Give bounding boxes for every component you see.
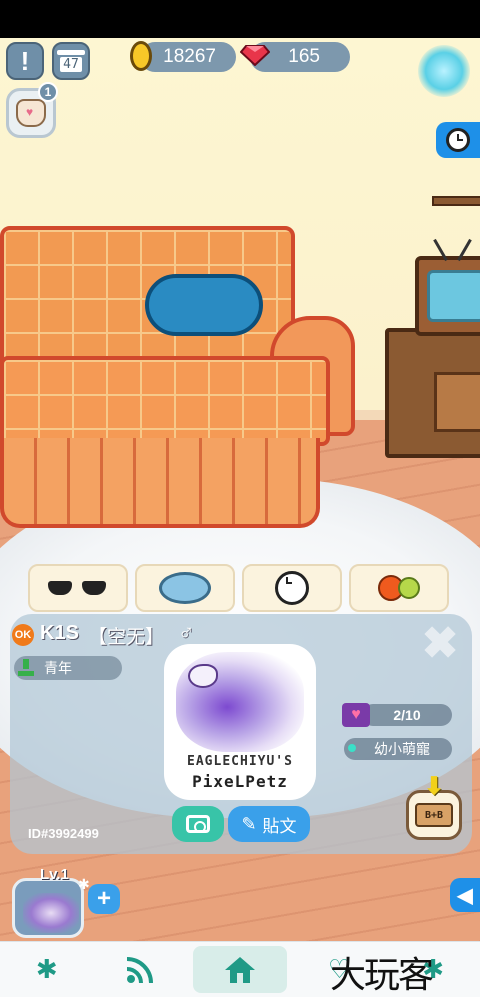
tv-antenna xyxy=(457,238,472,262)
rss-icon xyxy=(127,956,154,983)
apple-icon xyxy=(398,577,420,599)
clock-icon xyxy=(275,571,309,605)
paw-icon: ✱ xyxy=(35,954,58,984)
blue-cushion[interactable] xyxy=(145,274,263,336)
accessory-button[interactable] xyxy=(28,564,128,612)
pet-tag-badge: OK xyxy=(12,624,34,646)
sunglasses-icon xyxy=(48,581,108,595)
bag-notification-badge: 1 xyxy=(38,82,58,102)
dragon-emblem-icon[interactable] xyxy=(418,45,470,97)
pet-bed-button[interactable] xyxy=(135,564,235,612)
alert-button[interactable]: ! xyxy=(6,42,44,80)
watermark: 大玩客 xyxy=(330,955,434,996)
pet-mood: 【空无】 xyxy=(88,627,165,648)
television[interactable] xyxy=(415,238,480,336)
heart-icon: ♥ xyxy=(342,703,370,727)
sofa-seat xyxy=(0,356,330,446)
clock-icon xyxy=(446,128,470,152)
pet-title: 幼小萌寵 xyxy=(344,738,452,760)
breed-label: B+B xyxy=(415,803,453,827)
tv-screen xyxy=(427,270,480,322)
camera-icon xyxy=(186,815,210,833)
pet-level-avatar[interactable] xyxy=(12,878,84,938)
pet-portrait-card[interactable]: EAGLECHIYU'S PixeLPetz xyxy=(164,644,316,800)
brand-line-1: EAGLECHIYU'S xyxy=(187,754,293,769)
ruby-icon xyxy=(240,45,270,66)
gem-amount: 165 xyxy=(288,46,320,67)
nav-feed[interactable] xyxy=(94,942,188,997)
bag-icon xyxy=(16,99,46,127)
home-icon xyxy=(224,956,255,983)
clock-button[interactable] xyxy=(436,122,480,158)
pet-head xyxy=(188,664,218,688)
cardboard-box xyxy=(434,372,480,432)
calendar-button[interactable]: 47 xyxy=(52,42,90,80)
arrow-left-icon: ◀ xyxy=(457,884,473,907)
pencil-icon: ✎ xyxy=(241,813,257,834)
growth-stage-label: 青年 xyxy=(44,660,72,676)
calendar-day: 47 xyxy=(60,57,82,72)
pet-name[interactable]: K1S xyxy=(40,622,79,645)
wall-shelf xyxy=(432,196,480,206)
add-pet-button[interactable]: + xyxy=(88,884,120,914)
affection-value: 2/10 xyxy=(393,707,421,723)
coin-icon xyxy=(130,41,152,71)
sofa xyxy=(0,226,355,536)
affection-meter: 2/10 xyxy=(362,704,452,726)
collapse-arrow-button[interactable]: ◀ xyxy=(450,878,480,912)
brand-line-2: PixeLPetz xyxy=(192,772,288,791)
male-icon: ♂ xyxy=(178,620,195,645)
exclamation-icon: ! xyxy=(20,45,30,76)
camera-button[interactable] xyxy=(172,806,224,842)
post-button[interactable]: ✎ 貼文 xyxy=(228,806,310,842)
coin-amount: 18267 xyxy=(163,46,216,67)
down-arrow-icon: ⬇ xyxy=(424,773,445,800)
pet-thumbnail xyxy=(23,893,79,933)
title-dot-icon xyxy=(348,744,356,752)
level-label: Lv.1 xyxy=(40,866,69,883)
food-button[interactable] xyxy=(349,564,449,612)
pet-title-label: 幼小萌寵 xyxy=(374,741,430,757)
status-bar xyxy=(0,0,480,38)
sofa-skirt xyxy=(0,438,320,528)
tv-cabinet xyxy=(385,328,480,458)
tv-antenna xyxy=(433,238,448,262)
time-button[interactable] xyxy=(242,564,342,612)
growth-icon xyxy=(18,659,34,677)
pet-bed-icon xyxy=(159,572,211,604)
nav-home[interactable] xyxy=(193,946,287,993)
close-icon[interactable]: ✖ xyxy=(420,622,460,666)
pet-id: ID#3992499 xyxy=(28,826,99,841)
calendar-icon xyxy=(57,50,85,55)
post-label: 貼文 xyxy=(262,816,297,836)
coin-counter[interactable]: 18267 xyxy=(140,42,236,72)
nav-paw[interactable]: ✱ xyxy=(0,942,94,997)
